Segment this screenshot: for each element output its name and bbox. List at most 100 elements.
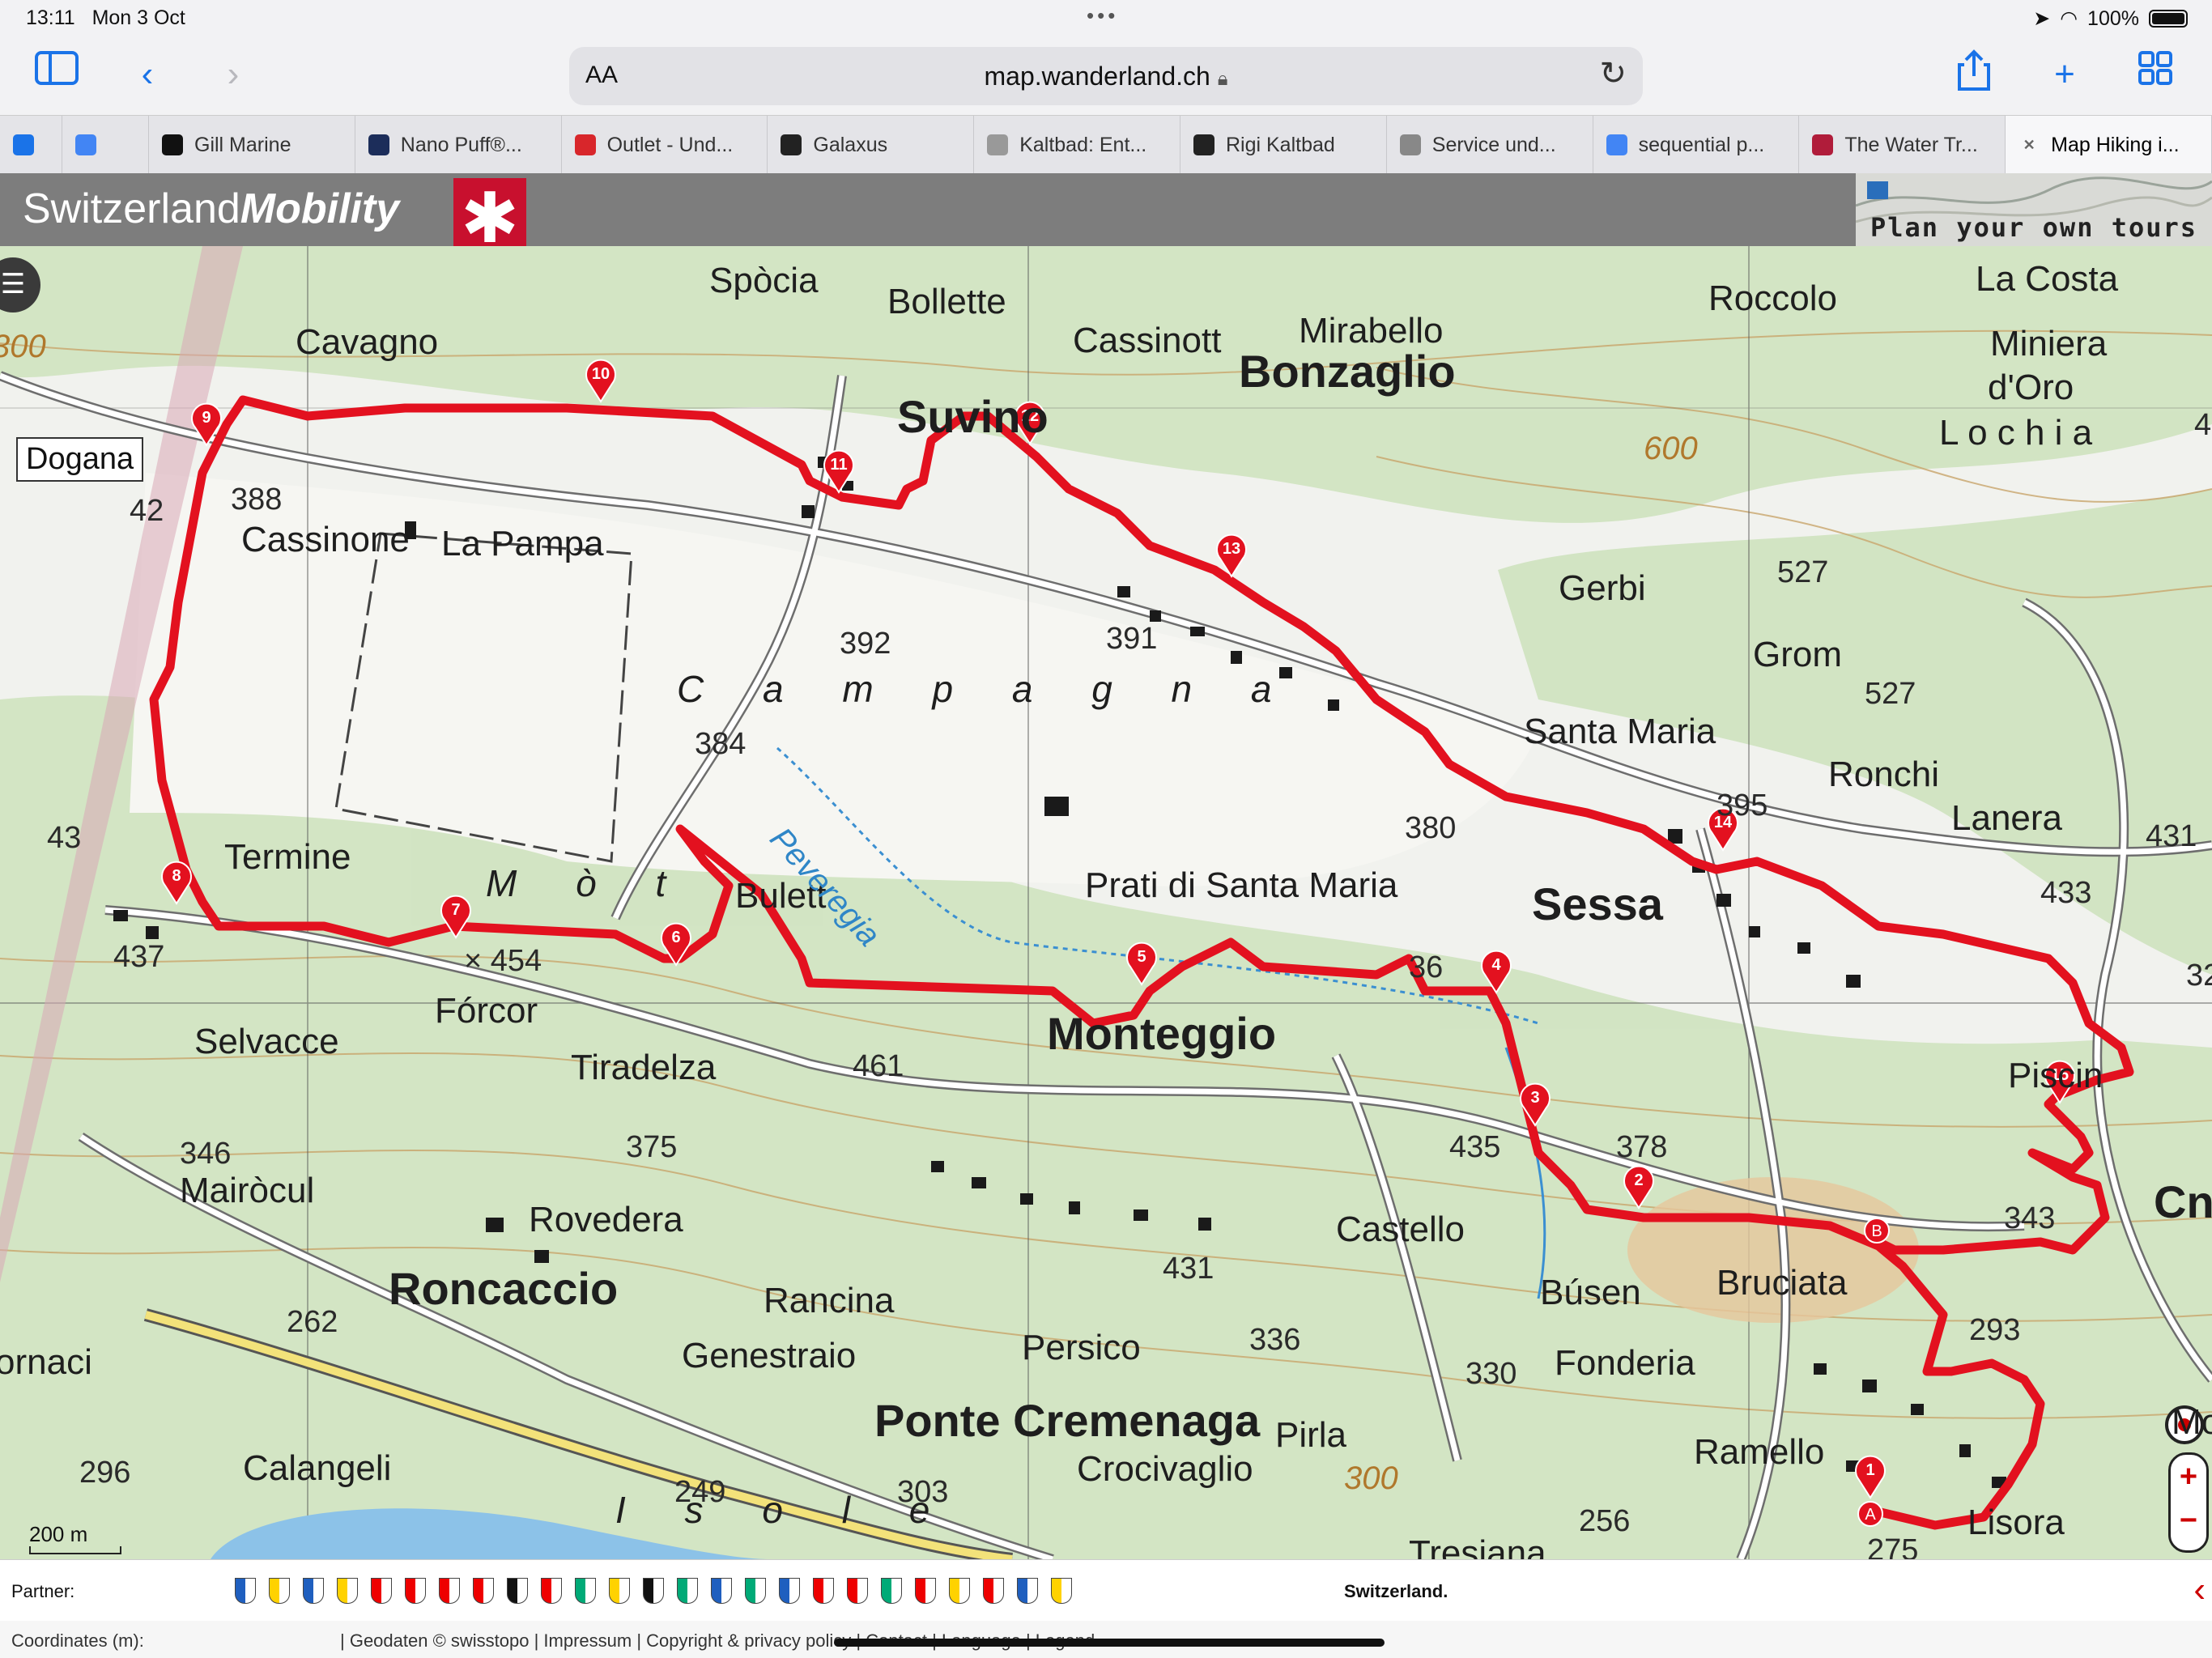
route-marker-label: 9 [202, 409, 211, 427]
site-logo[interactable]: SwitzerlandMobility [23, 185, 399, 233]
site-header: SwitzerlandMobility ✱ Plan your own tour… [0, 173, 2212, 257]
swiss-cross-icon: ✱ [453, 178, 526, 257]
tab-6[interactable]: Kaltbad: Ent... [974, 116, 1180, 174]
route-endpoint-a[interactable]: A [1857, 1501, 1883, 1527]
route-marker-label: 10 [592, 365, 610, 383]
tab-label: Gill Marine [194, 133, 291, 156]
canton-crest-icon [1051, 1578, 1072, 1604]
map-label-a431: 431 [2146, 819, 2197, 853]
apple-icon [1399, 134, 1421, 155]
tab-0[interactable] [0, 116, 62, 174]
map-label-a454: × 454 [464, 944, 542, 978]
map-label-a431b: 431 [1163, 1252, 1214, 1286]
map-label-sessa: Sessa [1532, 878, 1663, 929]
hiking-map[interactable]: 1 2 3 4 5 6 7 8 9 10 11 12 13 14 15 A B ☰ Dogana + − 200… [0, 246, 2212, 1559]
map-label-a303: 303 [897, 1475, 949, 1509]
route-marker-label: 1 [1865, 1461, 1874, 1479]
canton-crest-icon [1017, 1578, 1038, 1604]
map-label-la-pampa: La Pampa [441, 524, 604, 563]
tab-2[interactable]: Gill Marine [149, 116, 355, 174]
tab-bar: Gill Marine Nano Puff®... Outlet - Und... G… [0, 115, 2212, 175]
sidebar-icon[interactable] [31, 49, 83, 100]
close-icon[interactable]: ✕ [2018, 134, 2040, 155]
tab-1[interactable] [62, 116, 149, 174]
map-label-a256: 256 [1579, 1504, 1631, 1538]
multitask-dots[interactable]: ••• [1087, 3, 1118, 28]
zoom-out-button[interactable]: − [2171, 1503, 2206, 1538]
map-label-piscina: Piscin [2008, 1056, 2104, 1095]
chevron-left-icon[interactable]: ‹ [2193, 1570, 2206, 1610]
tab-7[interactable]: Rigi Kaltbad [1180, 116, 1387, 174]
rigi-icon [1193, 134, 1214, 155]
map-label-a435: 435 [1449, 1130, 1501, 1164]
map-label-mot: M ò t [486, 862, 691, 904]
map-label-a296: 296 [79, 1456, 131, 1490]
route-marker-label: 3 [1530, 1089, 1539, 1107]
canton-crest-icon [235, 1578, 256, 1604]
map-label-miniera: Miniera [1990, 324, 2108, 363]
map-label-la-costa: La Costa [1976, 259, 2119, 299]
google-icon [75, 134, 96, 155]
reload-icon[interactable]: ↻ [1599, 55, 1627, 92]
galaxus-icon [781, 134, 802, 155]
map-label-a293: 293 [1969, 1313, 2021, 1347]
map-label-tiradelza: Tiradelza [571, 1048, 717, 1087]
back-button[interactable]: ‹ [121, 49, 173, 100]
new-tab-button[interactable]: + [2039, 49, 2091, 100]
share-icon[interactable] [1948, 49, 2000, 100]
map-label-prati: Prati di Santa Maria [1085, 865, 1398, 905]
browser-toolbar: ‹ › AA map.wanderland.ch 🔒︎ ↻ + [0, 37, 2212, 115]
plan-tours-banner[interactable]: Plan your own tours [1856, 173, 2212, 246]
map-label-busen: Búsen [1540, 1273, 1641, 1312]
tab-overview-icon[interactable] [2129, 49, 2181, 100]
map-label-rancina: Rancina [764, 1281, 895, 1320]
route-endpoint-b[interactable]: B [1864, 1218, 1890, 1244]
map-label-a388: 388 [231, 483, 283, 517]
tab-3[interactable]: Nano Puff®... [355, 116, 562, 174]
tab-8[interactable]: Service und... [1387, 116, 1593, 174]
map-label-a346: 346 [180, 1137, 232, 1171]
canton-crest-icon [915, 1578, 936, 1604]
tab-label: sequential p... [1638, 133, 1765, 156]
map-label-a275: 275 [1867, 1533, 1919, 1559]
home-indicator[interactable] [834, 1639, 1385, 1647]
map-label-ponte-cremenaga: Ponte Cremenaga [874, 1395, 1261, 1446]
status-right: ➤ ◠ 100% [2033, 6, 2188, 31]
canton-crest-icon [507, 1578, 528, 1604]
map-label-a249: 249 [674, 1475, 726, 1509]
map-label-a527b: 527 [1865, 677, 1916, 711]
map-label-a375: 375 [626, 1130, 678, 1164]
tab-label: Outlet - Und... [606, 133, 734, 156]
tab-11[interactable]: ✕ Map Hiking i... [2006, 116, 2212, 174]
map-label-forcor: Fórcor [435, 991, 538, 1031]
switzerland-logo[interactable]: Switzerland. [1344, 1581, 1448, 1602]
map-label-cassinott: Cassinott [1073, 321, 1222, 360]
canton-crest-icon [711, 1578, 732, 1604]
canton-crest-icon [779, 1578, 800, 1604]
outlet-icon [574, 134, 596, 155]
route-endpoint-label: A [1865, 1506, 1876, 1524]
forward-button[interactable]: › [207, 49, 259, 100]
address-bar[interactable]: AA map.wanderland.ch 🔒︎ ↻ [569, 47, 1643, 105]
map-label-persico: Persico [1022, 1328, 1141, 1367]
map-label-a4: 4 [2194, 408, 2212, 442]
map-label-cavagno: Cavagno [296, 322, 439, 362]
map-label-grom: Grom [1753, 635, 1842, 674]
tab-4[interactable]: Outlet - Und... [562, 116, 768, 174]
map-label-c300: 300 [1344, 1460, 1398, 1496]
route-marker-label: 13 [1223, 540, 1240, 558]
map-label-selvacce: Selvacce [194, 1022, 339, 1061]
map-label-genestraio: Genestraio [682, 1336, 857, 1375]
kaltbad-icon [987, 134, 1009, 155]
tab-10[interactable]: The Water Tr... [1799, 116, 2006, 174]
zoom-in-button[interactable]: + [2171, 1460, 2206, 1494]
canton-crest-icon [677, 1578, 698, 1604]
tab-label: The Water Tr... [1844, 133, 1978, 156]
canton-crest-icon [847, 1578, 868, 1604]
plan-tours-text: Plan your own tours [1870, 212, 2198, 243]
tab-5[interactable]: Galaxus [768, 116, 975, 174]
tab-9[interactable]: sequential p... [1593, 116, 1800, 174]
map-label-a437: 437 [113, 940, 165, 974]
map-label-a36: 36 [1409, 950, 1444, 984]
route-marker-label: 4 [1491, 956, 1501, 974]
